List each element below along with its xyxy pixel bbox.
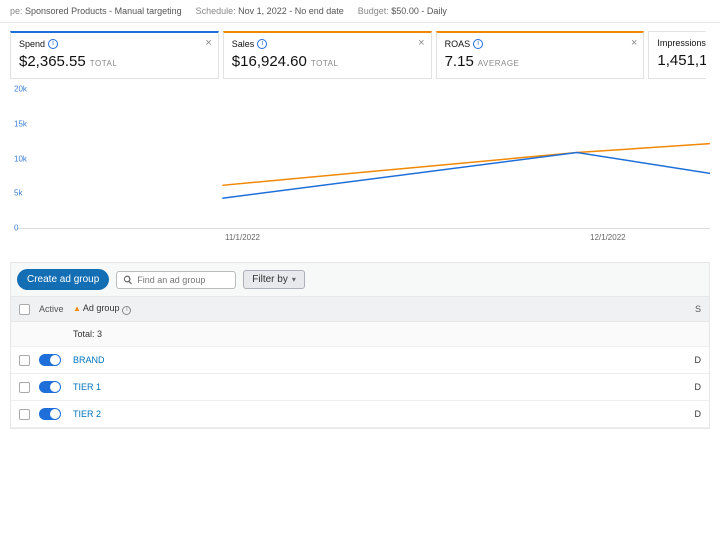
filter-button[interactable]: Filter by▾ [243,270,305,289]
sort-icon: ▲ [73,304,81,313]
active-toggle[interactable] [39,354,61,366]
row-checkbox[interactable] [19,382,30,393]
info-icon[interactable]: i [48,39,58,49]
active-toggle[interactable] [39,408,61,420]
adgroup-link[interactable]: BRAND [73,355,681,365]
chart: 20k 15k 10k 5k 0 11/1/2022 12/1/2022 [0,79,720,242]
table-total-row: Total: 3 [11,322,709,347]
chart-svg [40,89,710,228]
info-icon[interactable]: i [122,306,131,315]
info-icon[interactable]: i [257,39,267,49]
col-status[interactable]: S [681,304,701,314]
row-checkbox[interactable] [19,355,30,366]
adgroup-link[interactable]: TIER 1 [73,382,681,392]
campaign-header: pe: Sponsored Products - Manual targetin… [0,0,720,23]
row-checkbox[interactable] [19,409,30,420]
table-row: TIER 2 D [11,401,709,428]
active-toggle[interactable] [39,381,61,393]
metrics-row: × Spendi $2,365.55TOTAL × Salesi $16,924… [0,23,720,79]
table-row: BRAND D [11,347,709,374]
adgroups-table: Create ad group Filter by▾ Active ▲Ad gr… [10,262,710,429]
col-adgroup[interactable]: ▲Ad groupi [73,303,681,315]
metric-sales[interactable]: × Salesi $16,924.60TOTAL [223,31,432,79]
col-active[interactable]: Active [39,304,73,314]
metric-impressions[interactable]: Impressions 1,451,1 [648,31,706,79]
search-icon [123,275,133,285]
close-icon[interactable]: × [205,37,211,49]
select-all-checkbox[interactable] [19,304,30,315]
adgroup-link[interactable]: TIER 2 [73,409,681,419]
table-toolbar: Create ad group Filter by▾ [11,263,709,297]
metric-spend[interactable]: × Spendi $2,365.55TOTAL [10,31,219,79]
table-row: TIER 1 D [11,374,709,401]
close-icon[interactable]: × [418,37,424,49]
chevron-down-icon: ▾ [292,275,296,284]
search-input[interactable] [116,271,236,289]
metric-roas[interactable]: × ROASi 7.15AVERAGE [436,31,645,79]
create-adgroup-button[interactable]: Create ad group [17,269,109,290]
table-header: Active ▲Ad groupi S [11,297,709,322]
close-icon[interactable]: × [631,37,637,49]
info-icon[interactable]: i [473,39,483,49]
